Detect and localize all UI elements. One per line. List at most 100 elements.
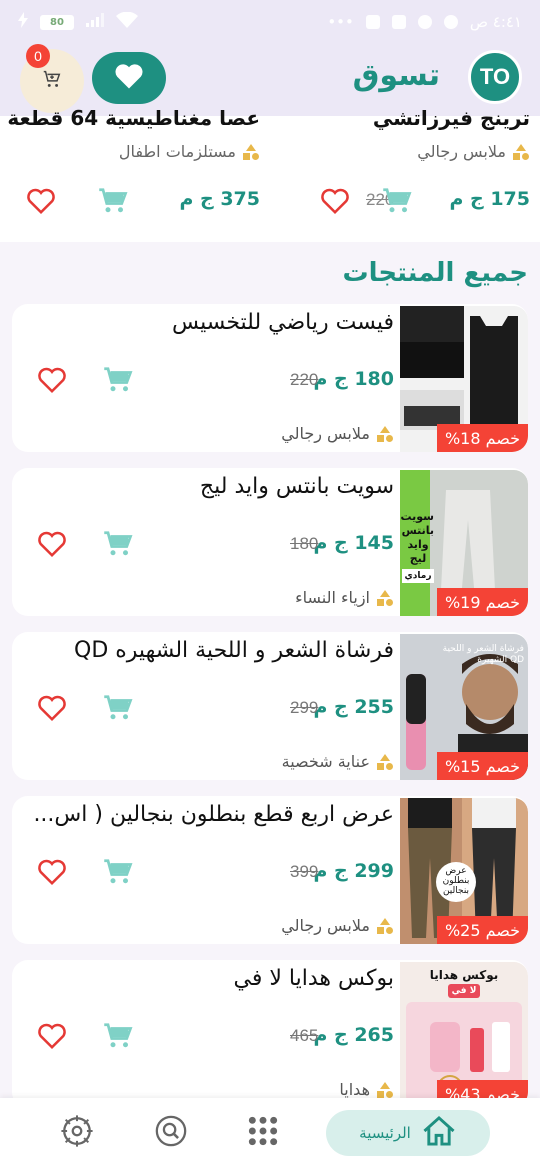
product-category: ازياء النساء bbox=[295, 588, 394, 607]
gear-icon bbox=[60, 1114, 94, 1152]
heart-icon bbox=[114, 62, 144, 94]
favorite-toggle[interactable] bbox=[34, 526, 70, 562]
add-to-cart-button[interactable] bbox=[96, 184, 130, 218]
category-shapes-icon bbox=[242, 143, 260, 160]
featured-product-card[interactable]: ترينج فيرزاتشي ملابس رجالي 175 ج م 220 bbox=[280, 106, 540, 242]
product-price: 265 ج م bbox=[313, 1024, 394, 1046]
favorite-toggle[interactable] bbox=[318, 184, 352, 218]
more-dots-icon: ••• bbox=[327, 13, 354, 31]
product-old-price: 220 bbox=[290, 370, 319, 389]
status-bar: 80 ••• ٤:٤١ ص bbox=[0, 0, 540, 44]
product-title: بوكس هدايا لا في bbox=[233, 966, 394, 991]
product-title: فيست رياضي للتخسيس bbox=[172, 310, 394, 335]
product-category: عناية شخصية bbox=[282, 752, 394, 771]
product-category: هدايا bbox=[339, 1080, 394, 1099]
product-image: عرض 4 بنطلون بنجالين خصم 25% bbox=[400, 798, 528, 944]
product-title: عرض اربع قطع بنطلون بنجالين ( اس... bbox=[33, 802, 394, 827]
category-shapes-icon bbox=[376, 917, 394, 934]
home-icon bbox=[421, 1115, 457, 1151]
category-shapes-icon bbox=[376, 1081, 394, 1098]
chat-icon bbox=[391, 15, 406, 29]
add-to-cart-button[interactable] bbox=[100, 854, 136, 890]
favorite-toggle[interactable] bbox=[24, 184, 58, 218]
category-label: مستلزمات اطفال bbox=[118, 142, 236, 161]
product-image: بوكس هدايا لا في خصم 43% bbox=[400, 962, 528, 1108]
category-shapes-icon bbox=[376, 753, 394, 770]
product-card[interactable]: سويت بانتس وايد ليج رمادي خصم 19% سويت بان… bbox=[12, 468, 528, 616]
product-old-price: 180 bbox=[290, 534, 319, 553]
product-title: سويت بانتس وايد ليج bbox=[199, 474, 394, 499]
image-caption: عرض 4 بنطلون بنجالين bbox=[436, 862, 476, 902]
discount-badge: خصم 19% bbox=[436, 588, 528, 616]
category-shapes-icon bbox=[376, 589, 394, 606]
status-left: 80 bbox=[18, 11, 138, 32]
product-old-price: 299 bbox=[290, 698, 319, 717]
nav-settings[interactable] bbox=[58, 1114, 96, 1152]
alarm-icon bbox=[443, 15, 458, 29]
image-caption: فرشاة الشعر و اللحية QD الشهيرة bbox=[442, 644, 524, 665]
category-label: ملابس رجالي bbox=[417, 142, 506, 161]
product-image: خصم 18% bbox=[400, 306, 528, 452]
product-old-price: 399 bbox=[290, 862, 319, 881]
discount-badge: خصم 25% bbox=[436, 916, 528, 944]
product-category: ملابس رجالي bbox=[281, 916, 394, 935]
signal-icon bbox=[86, 13, 104, 31]
section-title: جميع المنتجات bbox=[342, 258, 528, 288]
product-price: 255 ج م bbox=[313, 696, 394, 718]
image-caption: سويت بانتس وايد ليج رمادي bbox=[400, 510, 434, 583]
product-image: سويت بانتس وايد ليج رمادي خصم 19% bbox=[400, 470, 528, 616]
category-label: ملابس رجالي bbox=[281, 916, 370, 935]
add-to-cart-button[interactable] bbox=[100, 690, 136, 726]
discount-badge: خصم 15% bbox=[436, 752, 528, 780]
favorite-toggle[interactable] bbox=[34, 854, 70, 890]
nav-home-label: الرئيسية bbox=[359, 1124, 411, 1142]
product-price: 375 ج م bbox=[179, 188, 260, 210]
favorites-button[interactable] bbox=[92, 52, 166, 104]
wifi-icon bbox=[116, 11, 138, 32]
status-right: ••• ٤:٤١ ص bbox=[327, 13, 522, 31]
category-label: عناية شخصية bbox=[281, 752, 370, 771]
product-card[interactable]: بوكس هدايا لا في خصم 43% بوكس هدايا لا ف… bbox=[12, 960, 528, 1108]
nav-home[interactable]: الرئيسية bbox=[326, 1110, 490, 1156]
bolt-icon bbox=[18, 12, 28, 32]
category-shapes-icon bbox=[376, 425, 394, 442]
search-icon bbox=[154, 1114, 188, 1152]
category-label: ملابس رجالي bbox=[281, 424, 370, 443]
product-price: 145 ج م bbox=[313, 532, 394, 554]
product-price: 175 ج م bbox=[449, 188, 530, 210]
add-to-cart-button[interactable] bbox=[100, 362, 136, 398]
product-card[interactable]: عرض 4 بنطلون بنجالين خصم 25% عرض اربع قط… bbox=[12, 796, 528, 944]
add-to-cart-button[interactable] bbox=[380, 184, 414, 218]
discount-badge: خصم 18% bbox=[436, 424, 528, 452]
product-card[interactable]: فرشاة الشعر و اللحية QD الشهيرة خصم 15% ف… bbox=[12, 632, 528, 780]
product-price: 299 ج م bbox=[313, 860, 394, 882]
featured-product-card[interactable]: عصا مغناطيسية 64 قطعة مستلزمات اطفال 375… bbox=[7, 106, 270, 242]
product-image: فرشاة الشعر و اللحية QD الشهيرة خصم 15% bbox=[400, 634, 528, 780]
clock: ٤:٤١ ص bbox=[469, 13, 522, 31]
category-shapes-icon bbox=[512, 143, 530, 160]
product-list: خصم 18% فيست رياضي للتخسيس 180 ج م 220 م… bbox=[12, 304, 528, 1124]
image-caption: بوكس هدايا لا في bbox=[429, 968, 499, 998]
product-title: عصا مغناطيسية 64 قطعة bbox=[7, 106, 260, 130]
product-price: 180 ج م bbox=[313, 368, 394, 390]
nav-search[interactable] bbox=[152, 1114, 190, 1152]
product-category: ملابس رجالي bbox=[281, 424, 394, 443]
category-label: هدايا bbox=[339, 1080, 370, 1099]
favorite-toggle[interactable] bbox=[34, 1018, 70, 1054]
battery-icon: 80 bbox=[40, 14, 74, 30]
add-to-cart-button[interactable] bbox=[100, 1018, 136, 1054]
app-title: تسوق bbox=[352, 58, 440, 93]
product-category: مستلزمات اطفال bbox=[119, 142, 260, 161]
notification-icon bbox=[417, 15, 432, 29]
grid-icon bbox=[247, 1115, 279, 1151]
favorite-toggle[interactable] bbox=[34, 690, 70, 726]
product-category: ملابس رجالي bbox=[417, 142, 530, 161]
message-icon bbox=[365, 15, 380, 29]
app-logo[interactable]: TO bbox=[468, 50, 522, 104]
cart-count-badge: 0 bbox=[26, 44, 50, 68]
favorite-toggle[interactable] bbox=[34, 362, 70, 398]
featured-products-row: ترينج فيرزاتشي ملابس رجالي 175 ج م 220 ع… bbox=[0, 106, 540, 242]
nav-categories[interactable] bbox=[244, 1114, 282, 1152]
add-to-cart-button[interactable] bbox=[100, 526, 136, 562]
product-card[interactable]: خصم 18% فيست رياضي للتخسيس 180 ج م 220 م… bbox=[12, 304, 528, 452]
